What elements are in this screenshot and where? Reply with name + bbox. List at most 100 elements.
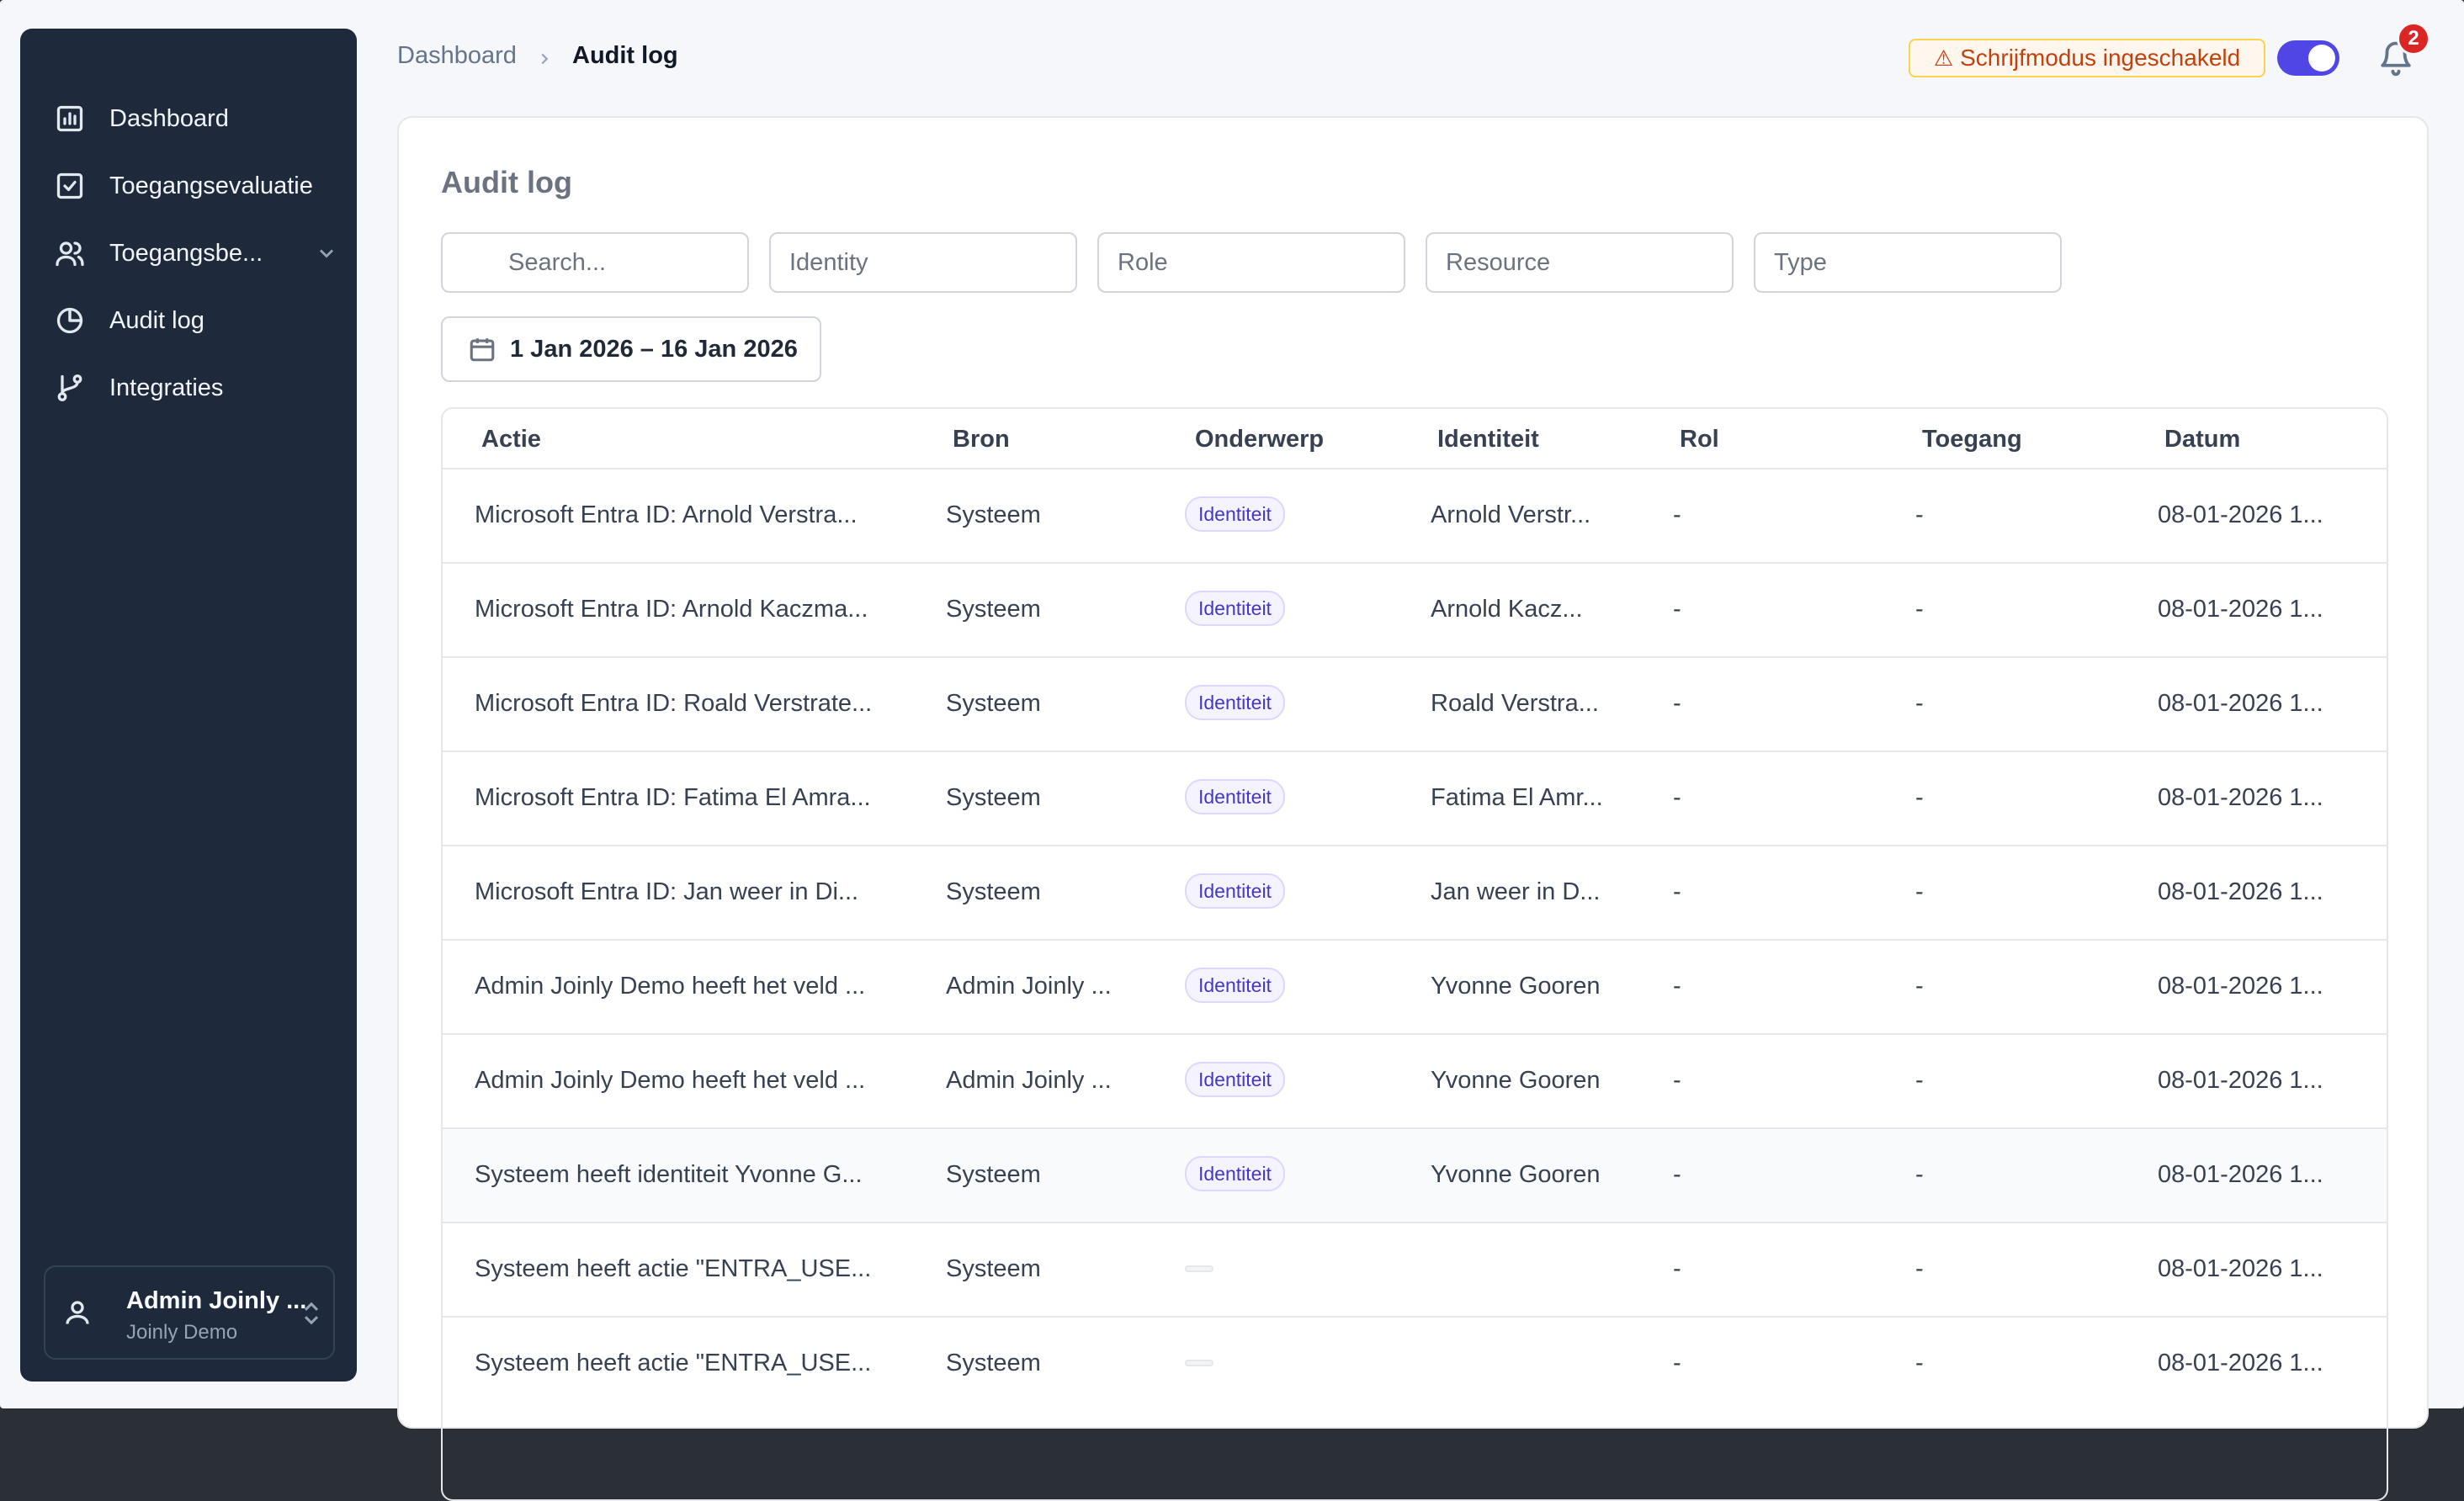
resource-filter[interactable]: Resource — [1426, 232, 1734, 293]
user-menu[interactable]: Admin Joinly ... Joinly Demo — [44, 1265, 335, 1360]
cell-datum: 08-01-2026 1... — [2158, 690, 2323, 717]
cell-toegang: - — [1915, 973, 1924, 1000]
cell-identiteit: Yvonne Gooren — [1431, 1161, 1601, 1188]
cell-datum: 08-01-2026 1... — [2158, 784, 2323, 811]
subject-tag: Identiteit — [1185, 1062, 1285, 1097]
cell-datum: 08-01-2026 1... — [2158, 878, 2323, 905]
subject-tag: Identiteit — [1185, 779, 1285, 814]
cell-actie: Systeem heeft actie "ENTRA_USE... — [475, 1350, 872, 1376]
sidebar-item-label: Integraties — [109, 374, 224, 401]
app-frame: Dashboard Toegangsevaluatie Toegangsbe..… — [0, 0, 2464, 1501]
sidebar-item-label: Toegangsbe... — [109, 239, 263, 267]
cell-bron: Systeem — [946, 878, 1041, 905]
cell-identiteit: Roald Verstra... — [1431, 690, 1599, 717]
sidebar-item-label: Audit log — [109, 306, 204, 334]
column-toegang[interactable]: Toegang — [1922, 426, 2022, 453]
identity-filter[interactable]: Identity — [769, 232, 1077, 293]
cell-identiteit: Arnold Verstr... — [1431, 501, 1591, 528]
sidebar-item-audit-log[interactable]: Audit log — [54, 297, 204, 344]
table-row[interactable]: Admin Joinly Demo heeft het veld ... Admi… — [443, 1033, 2387, 1127]
page-title: Audit log — [441, 165, 572, 199]
user-icon — [62, 1297, 93, 1332]
cell-rol: - — [1673, 784, 1681, 811]
chevron-right-icon — [535, 47, 554, 75]
cell-rol: - — [1673, 1350, 1681, 1376]
check-square-icon — [54, 170, 86, 202]
column-datum[interactable]: Datum — [2164, 426, 2240, 453]
column-rol[interactable]: Rol — [1680, 426, 1719, 453]
cell-datum: 08-01-2026 1... — [2158, 1161, 2323, 1188]
git-branch-icon — [54, 372, 86, 404]
table-row[interactable]: Admin Joinly Demo heeft het veld ... Admi… — [443, 939, 2387, 1033]
cell-bron: Admin Joinly ... — [946, 1067, 1112, 1094]
cell-datum: 08-01-2026 1... — [2158, 1067, 2323, 1094]
column-identiteit[interactable]: Identiteit — [1437, 426, 1539, 453]
cell-rol: - — [1673, 596, 1681, 623]
chevrons-up-down-icon — [300, 1299, 323, 1332]
sidebar-item-dashboard[interactable]: Dashboard — [54, 95, 229, 142]
date-range-picker[interactable]: 1 Jan 2026 – 16 Jan 2026 — [441, 316, 821, 382]
write-mode-badge: ⚠ Schrijfmodus ingeschakeld — [1909, 39, 2265, 77]
role-filter[interactable]: Role — [1097, 232, 1405, 293]
table-row[interactable]: Microsoft Entra ID: Arnold Kaczma... Syst… — [443, 562, 2387, 656]
sidebar-item-toegangsevaluatie[interactable]: Toegangsevaluatie — [54, 162, 313, 210]
cell-rol: - — [1673, 1161, 1681, 1188]
users-icon — [54, 237, 86, 269]
table-row[interactable]: Systeem heeft actie "ENTRA_USE... Systeem… — [443, 1222, 2387, 1316]
cell-toegang: - — [1915, 878, 1924, 905]
cell-actie: Microsoft Entra ID: Arnold Kaczma... — [475, 596, 868, 623]
date-range-label: 1 Jan 2026 – 16 Jan 2026 — [510, 335, 798, 363]
cell-actie: Admin Joinly Demo heeft het veld ... — [475, 1067, 866, 1094]
column-onderwerp[interactable]: Onderwerp — [1195, 426, 1324, 453]
cell-identiteit: Yvonne Gooren — [1431, 973, 1601, 1000]
cell-rol: - — [1673, 1067, 1681, 1094]
cell-actie: Systeem heeft actie "ENTRA_USE... — [475, 1255, 872, 1282]
calendar-icon — [470, 338, 495, 362]
cell-bron: Systeem — [946, 1350, 1041, 1376]
subject-tag-empty — [1185, 1265, 1213, 1272]
write-mode-label: Schrijfmodus ingeschakeld — [1960, 45, 2241, 71]
cell-actie: Microsoft Entra ID: Arnold Verstra... — [475, 501, 858, 528]
user-name: Admin Joinly ... — [126, 1287, 307, 1314]
cell-actie: Microsoft Entra ID: Roald Verstrate... — [475, 690, 873, 717]
table-row[interactable]: Systeem heeft actie "ENTRA_USE... Systeem… — [443, 1316, 2387, 1410]
subject-tag-empty — [1185, 1360, 1213, 1366]
table-row[interactable]: Microsoft Entra ID: Jan weer in Di... Sys… — [443, 845, 2387, 939]
cell-actie: Systeem heeft identiteit Yvonne G... — [475, 1161, 863, 1188]
search-input[interactable]: Search... — [441, 232, 749, 293]
cell-identiteit: Yvonne Gooren — [1431, 1067, 1601, 1094]
cell-datum: 08-01-2026 1... — [2158, 1255, 2323, 1282]
cell-actie: Microsoft Entra ID: Fatima El Amra... — [475, 784, 871, 811]
chart-icon — [54, 103, 86, 135]
sidebar-item-label: Toegangsevaluatie — [109, 172, 313, 199]
cell-bron: Systeem — [946, 690, 1041, 717]
table-row[interactable]: Microsoft Entra ID: Arnold Verstra... Sys… — [443, 468, 2387, 562]
subject-tag: Identiteit — [1185, 496, 1285, 532]
table-row[interactable]: Systeem heeft identiteit Yvonne G... Syst… — [443, 1127, 2387, 1222]
cell-toegang: - — [1915, 1161, 1924, 1188]
cell-toegang: - — [1915, 690, 1924, 717]
write-mode-toggle[interactable] — [2277, 40, 2339, 76]
cell-bron: Systeem — [946, 596, 1041, 623]
type-filter[interactable]: Type — [1754, 232, 2062, 293]
cell-identiteit: Jan weer in D... — [1431, 878, 1601, 905]
breadcrumb-home[interactable]: Dashboard — [397, 42, 517, 70]
cell-toegang: - — [1915, 1350, 1924, 1376]
column-actie[interactable]: Actie — [481, 426, 541, 453]
column-bron[interactable]: Bron — [953, 426, 1010, 453]
table-row[interactable]: Microsoft Entra ID: Roald Verstrate... Sy… — [443, 656, 2387, 750]
sidebar-item-label: Dashboard — [109, 104, 229, 132]
cell-bron: Admin Joinly ... — [946, 973, 1112, 1000]
audit-log-card: Audit log Search... Identity Role Resour… — [397, 116, 2429, 1501]
subject-tag: Identiteit — [1185, 591, 1285, 626]
cell-datum: 08-01-2026 1... — [2158, 596, 2323, 623]
chevron-down-icon[interactable] — [315, 241, 338, 265]
cell-datum: 08-01-2026 1... — [2158, 973, 2323, 1000]
cell-bron: Systeem — [946, 1161, 1041, 1188]
cell-datum: 08-01-2026 1... — [2158, 1350, 2323, 1376]
table-row[interactable]: Microsoft Entra ID: Fatima El Amra... Sys… — [443, 750, 2387, 845]
subject-tag: Identiteit — [1185, 873, 1285, 909]
sidebar-item-integraties[interactable]: Integraties — [54, 364, 223, 411]
sidebar-item-toegangsbeheer[interactable]: Toegangsbe... — [54, 230, 340, 277]
cell-rol: - — [1673, 878, 1681, 905]
